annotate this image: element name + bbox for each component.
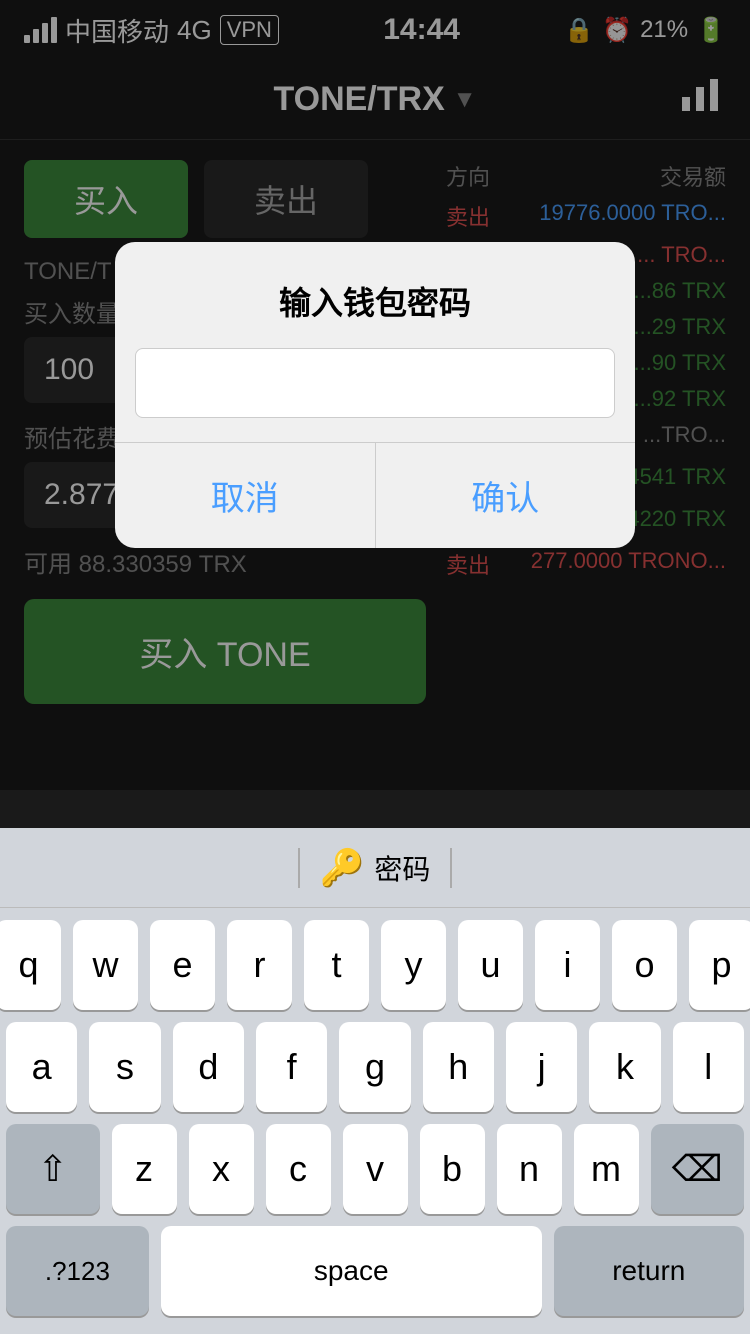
keyboard-row-1: q w e r t y u i o p: [6, 920, 744, 1010]
key-i[interactable]: i: [535, 920, 600, 1010]
delete-key[interactable]: ⌫: [651, 1124, 745, 1214]
keyboard-suggestion-bar: 🔑 密码: [0, 828, 750, 908]
dialog-title: 输入钱包密码: [115, 242, 635, 348]
keyboard-row-3: ⇧ z x c v b n m ⌫: [6, 1124, 744, 1214]
key-z[interactable]: z: [112, 1124, 177, 1214]
key-u[interactable]: u: [458, 920, 523, 1010]
shift-key[interactable]: ⇧: [6, 1124, 100, 1214]
key-j[interactable]: j: [506, 1022, 577, 1112]
space-key[interactable]: space: [161, 1226, 542, 1316]
keyboard-rows: q w e r t y u i o p a s d f g h j k l ⇧ …: [0, 908, 750, 1334]
divider-left: [298, 848, 300, 888]
key-icon: 🔑: [320, 847, 365, 889]
key-t[interactable]: t: [304, 920, 369, 1010]
key-k[interactable]: k: [589, 1022, 660, 1112]
keyboard-row-2: a s d f g h j k l: [6, 1022, 744, 1112]
numbers-key[interactable]: .?123: [6, 1226, 149, 1316]
key-b[interactable]: b: [420, 1124, 485, 1214]
divider-right: [450, 848, 452, 888]
key-g[interactable]: g: [339, 1022, 410, 1112]
key-s[interactable]: s: [89, 1022, 160, 1112]
key-q[interactable]: q: [0, 920, 61, 1010]
cancel-button[interactable]: 取消: [115, 443, 375, 548]
key-r[interactable]: r: [227, 920, 292, 1010]
key-c[interactable]: c: [266, 1124, 331, 1214]
key-y[interactable]: y: [381, 920, 446, 1010]
key-m[interactable]: m: [574, 1124, 639, 1214]
key-p[interactable]: p: [689, 920, 750, 1010]
suggestion-label: 密码: [374, 848, 430, 888]
key-o[interactable]: o: [612, 920, 677, 1010]
key-e[interactable]: e: [150, 920, 215, 1010]
password-suggestion[interactable]: 🔑 密码: [320, 847, 431, 889]
password-input[interactable]: [135, 348, 615, 418]
keyboard-section: 🔑 密码 q w e r t y u i o p a s d f g h j k: [0, 828, 750, 1334]
key-x[interactable]: x: [189, 1124, 254, 1214]
key-h[interactable]: h: [423, 1022, 494, 1112]
key-f[interactable]: f: [256, 1022, 327, 1112]
key-v[interactable]: v: [343, 1124, 408, 1214]
key-a[interactable]: a: [6, 1022, 77, 1112]
dialog-buttons: 取消 确认: [115, 442, 635, 548]
dialog-overlay: 输入钱包密码 取消 确认: [0, 0, 750, 790]
key-n[interactable]: n: [497, 1124, 562, 1214]
key-d[interactable]: d: [173, 1022, 244, 1112]
keyboard-row-4: .?123 space return: [6, 1226, 744, 1316]
confirm-button[interactable]: 确认: [375, 443, 636, 548]
key-l[interactable]: l: [673, 1022, 744, 1112]
return-key[interactable]: return: [554, 1226, 744, 1316]
key-w[interactable]: w: [73, 920, 138, 1010]
password-dialog: 输入钱包密码 取消 确认: [115, 242, 635, 548]
